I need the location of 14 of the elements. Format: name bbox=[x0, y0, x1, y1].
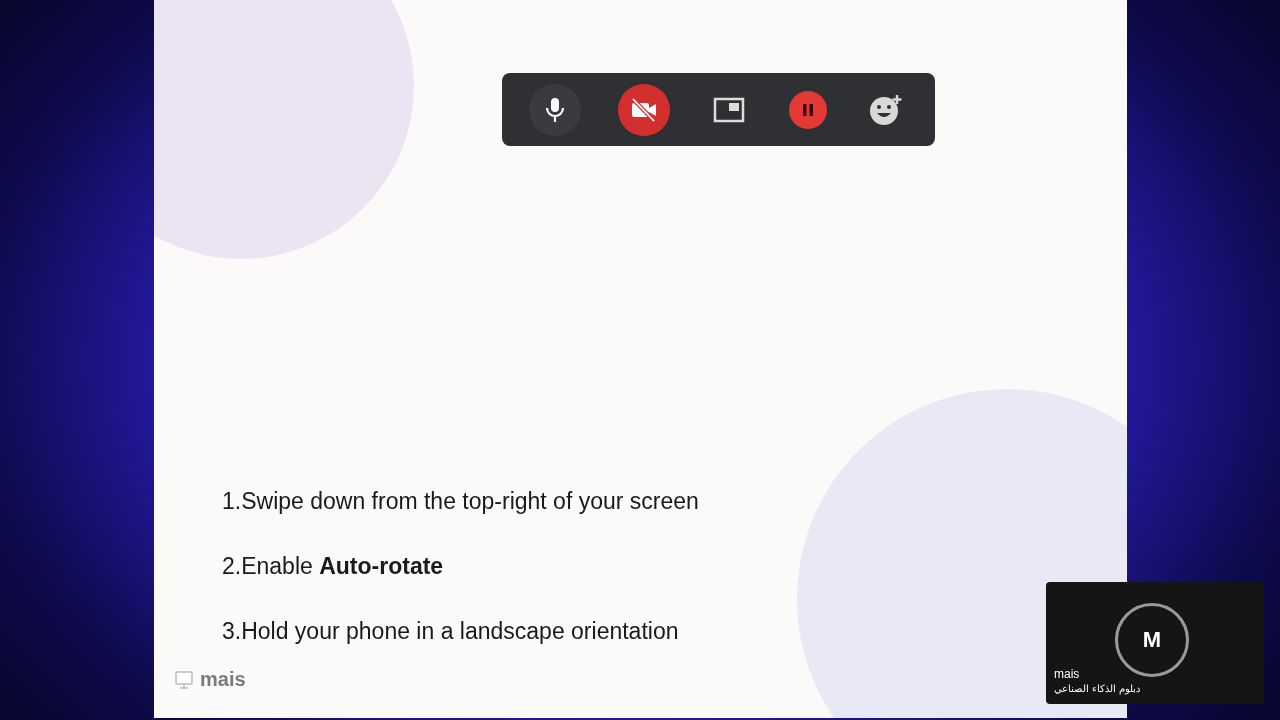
emoji-add-icon bbox=[869, 93, 904, 126]
instruction-step: 2.Enable Auto-rotate bbox=[222, 553, 699, 580]
pause-button[interactable] bbox=[788, 90, 827, 129]
monitor-icon bbox=[174, 669, 194, 690]
camera-off-icon bbox=[630, 97, 659, 122]
instruction-step: 3.Hold your phone in a landscape orientation bbox=[222, 618, 699, 645]
pause-icon bbox=[801, 102, 814, 117]
participant-subtitle: دبلوم الذكاء الصناعي bbox=[1054, 683, 1140, 694]
presenter-name: mais bbox=[200, 668, 246, 691]
microphone-icon bbox=[543, 96, 566, 123]
picture-in-picture-icon bbox=[713, 96, 746, 123]
participant-name: mais bbox=[1054, 667, 1080, 681]
avatar: M bbox=[1115, 603, 1189, 677]
instruction-step: 1.Swipe down from the top-right of your screen bbox=[222, 488, 699, 515]
